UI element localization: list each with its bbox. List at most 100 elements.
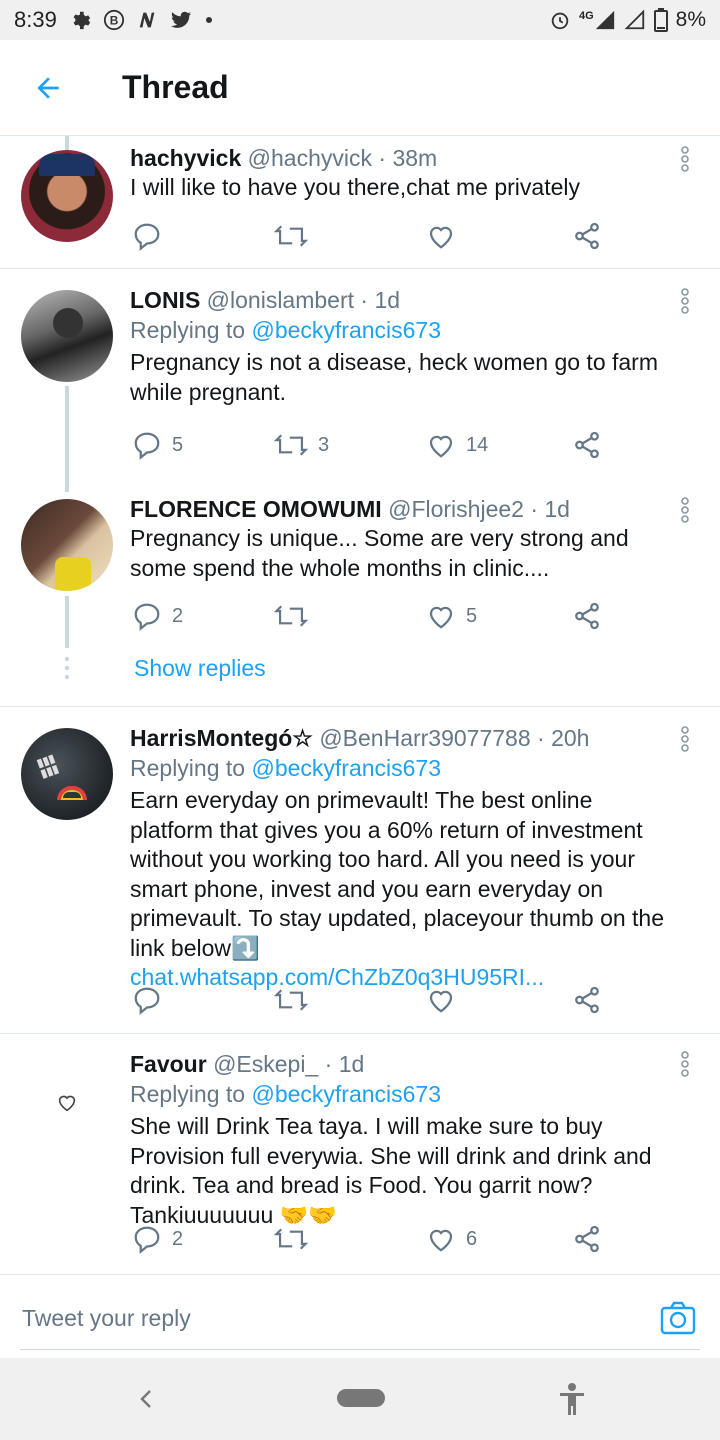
alarm-icon	[551, 12, 569, 30]
thread-dots-icon	[64, 656, 70, 680]
reply-count: 2	[172, 604, 184, 627]
share-button[interactable]	[572, 1219, 602, 1259]
retweet-icon	[274, 1228, 308, 1250]
thread-line	[65, 386, 69, 492]
replying-to: Replying to @beckyfrancis673	[130, 317, 442, 343]
author-handle[interactable]: @hachyvick	[248, 145, 372, 171]
like-button[interactable]	[426, 980, 466, 1020]
comment-icon	[134, 432, 160, 460]
composer-underline	[20, 1349, 700, 1350]
reply-button[interactable]	[132, 216, 172, 256]
nav-home-pill[interactable]	[337, 1389, 385, 1407]
arrow-left-icon	[37, 76, 59, 99]
retweet-icon	[274, 605, 308, 627]
like-button[interactable]: 14	[426, 425, 488, 465]
mention-link[interactable]: @beckyfrancis673	[251, 317, 441, 343]
like-button[interactable]	[426, 216, 466, 256]
retweet-count: 3	[318, 433, 330, 456]
separator: ·	[318, 1051, 339, 1077]
like-count: 5	[466, 604, 478, 627]
dot-icon	[205, 17, 212, 23]
reply-button[interactable]: 2	[132, 1219, 183, 1259]
author-name[interactable]: hachyvick	[130, 145, 241, 171]
comment-icon	[134, 1226, 160, 1254]
heart-icon	[429, 606, 453, 629]
author-handle[interactable]: @Eskepi_	[213, 1051, 318, 1077]
author-name[interactable]: LONIS	[130, 287, 200, 313]
share-button[interactable]	[572, 980, 602, 1020]
reply-input[interactable]: Tweet your reply	[22, 1305, 191, 1332]
reply-button[interactable]: 5	[132, 425, 183, 465]
svg-text:B: B	[110, 14, 119, 28]
b-circle-icon: B	[103, 9, 124, 31]
author-name[interactable]: Favour	[130, 1051, 207, 1077]
avatar[interactable]	[21, 150, 113, 242]
author-handle[interactable]: @Florishjee2	[388, 496, 524, 522]
mention-link[interactable]: @beckyfrancis673	[251, 755, 441, 781]
replying-to: Replying to @beckyfrancis673	[130, 755, 442, 781]
nav-back-icon[interactable]	[138, 1388, 154, 1410]
separator: ·	[354, 287, 375, 313]
more-options-icon[interactable]	[674, 144, 696, 174]
tweet-text: Pregnancy is not a disease, heck women g…	[130, 349, 659, 405]
retweet-button[interactable]	[274, 596, 318, 636]
tweet-body: Favour @Eskepi_ · 1d Replying to @beckyf…	[130, 1049, 670, 1230]
battery-level: 8%	[675, 8, 706, 31]
like-count: 6	[466, 1227, 478, 1250]
share-icon	[575, 222, 599, 250]
tweet-text: Pregnancy is unique... Some are very str…	[130, 525, 629, 581]
more-options-icon[interactable]	[674, 495, 696, 525]
comment-icon	[134, 987, 160, 1015]
share-button[interactable]	[572, 596, 602, 636]
like-button[interactable]: 6	[426, 1219, 477, 1259]
n-icon	[139, 12, 155, 28]
share-button[interactable]	[572, 425, 602, 465]
tweet-time: 1d	[374, 287, 401, 313]
share-button[interactable]	[572, 216, 602, 256]
status-bar: 8:39 B 4G 8%	[0, 0, 720, 40]
author-handle[interactable]: @BenHarr39077788	[319, 725, 530, 751]
tweet-body: HarrisMontegó☆ @BenHarr39077788 · 20h Re…	[130, 723, 670, 993]
avatar[interactable]: ▮▮▮ ▮▮▮	[21, 728, 113, 820]
share-icon	[575, 602, 599, 630]
back-button[interactable]	[0, 40, 96, 136]
retweet-icon	[274, 225, 308, 247]
tweet-actions	[130, 216, 610, 256]
mention-link[interactable]: @beckyfrancis673	[251, 1081, 441, 1107]
heart-icon	[429, 990, 453, 1013]
reply-button[interactable]	[132, 980, 172, 1020]
tweet-time: 20h	[551, 725, 590, 751]
retweet-button[interactable]	[274, 980, 318, 1020]
more-options-icon[interactable]	[674, 286, 696, 316]
tweet-actions: 5 3 14	[130, 425, 610, 465]
like-count: 14	[466, 433, 489, 456]
author-name[interactable]: FLORENCE OMOWUMI	[130, 496, 382, 522]
avatar[interactable]	[21, 499, 113, 591]
tweet-time: 38m	[392, 145, 438, 171]
divider	[0, 1033, 720, 1034]
author-handle[interactable]: @lonislambert	[207, 287, 354, 313]
retweet-button[interactable]: 3	[274, 425, 329, 465]
accessibility-icon[interactable]	[558, 1382, 586, 1416]
heart-icon	[429, 435, 453, 458]
retweet-button[interactable]	[274, 216, 318, 256]
avatar[interactable]	[21, 290, 113, 382]
camera-icon[interactable]	[660, 1301, 696, 1335]
show-replies-link[interactable]: Show replies	[134, 655, 266, 682]
author-name[interactable]: HarrisMontegó☆	[130, 725, 313, 751]
signal-empty-icon	[624, 9, 644, 30]
system-nav-bar	[0, 1358, 720, 1440]
retweet-button[interactable]	[274, 1219, 318, 1259]
separator: ·	[530, 725, 552, 751]
reply-button[interactable]: 2	[132, 596, 183, 636]
tweet-body: FLORENCE OMOWUMI @Florishjee2 · 1d Pregn…	[130, 494, 670, 583]
small-heart-icon	[58, 1095, 76, 1112]
divider	[0, 268, 720, 269]
signal-icon	[595, 10, 614, 30]
more-options-icon[interactable]	[674, 724, 696, 754]
page-title: Thread	[122, 69, 229, 105]
tweet-time: 1d	[544, 496, 570, 522]
reply-composer: Tweet your reply	[0, 1274, 720, 1358]
more-options-icon[interactable]	[674, 1049, 696, 1079]
like-button[interactable]: 5	[426, 596, 477, 636]
